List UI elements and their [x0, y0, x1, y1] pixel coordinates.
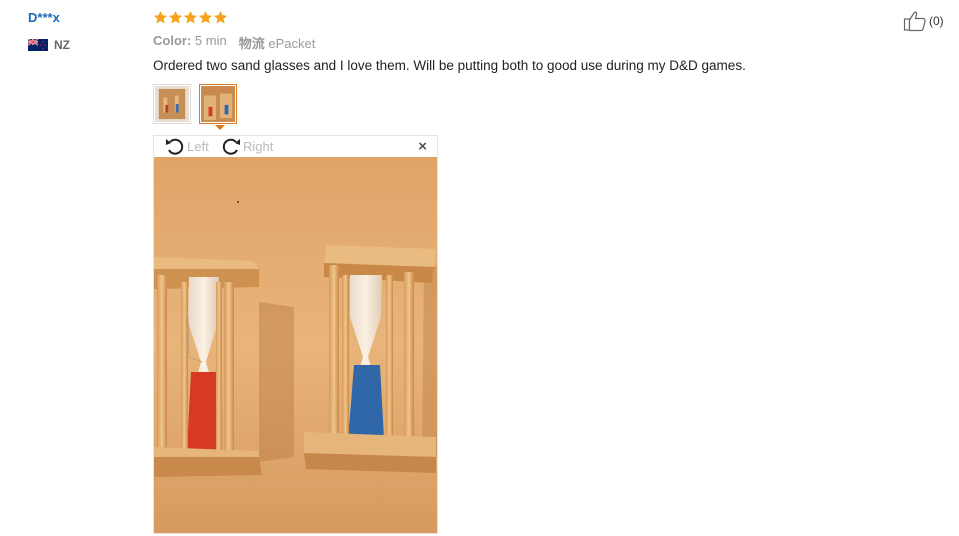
country-code: NZ [54, 38, 70, 52]
shipping-info: 物流 ePacket [239, 33, 316, 52]
rotate-right-label: Right [243, 138, 274, 154]
rotate-right-icon [222, 138, 240, 155]
reviewer-country: NZ [28, 38, 70, 52]
color-label: Color: [153, 33, 192, 48]
order-info: Color: 5 min 物流 ePacket [153, 33, 315, 52]
star-icon [153, 10, 168, 24]
reviewer-name[interactable]: D***x [28, 10, 60, 25]
star-icon [168, 10, 183, 24]
image-viewer: Left Right × [153, 135, 438, 534]
star-icon [183, 10, 198, 24]
review-thumbnails [153, 84, 237, 124]
close-viewer-button[interactable]: × [418, 139, 427, 154]
star-icon [213, 10, 228, 24]
star-rating [153, 10, 228, 25]
thumbnail-image [155, 86, 189, 122]
color-info: Color: 5 min [153, 33, 227, 52]
color-value: 5 min [194, 33, 227, 48]
thumbs-up-icon [903, 11, 926, 32]
review-text: Ordered two sand glasses and I love them… [153, 58, 746, 73]
review-thumbnail-2[interactable] [199, 84, 237, 124]
rotate-left-label: Left [187, 138, 209, 154]
shipping-label: 物流 [238, 36, 265, 51]
review-thumbnail-1[interactable] [153, 84, 191, 124]
star-icon [198, 10, 213, 24]
helpful-vote[interactable]: (0) [903, 10, 944, 32]
new-zealand-flag-icon [28, 39, 48, 51]
thumbnail-image [201, 86, 235, 122]
rotate-right-button[interactable]: Right [220, 136, 273, 156]
image-viewer-toolbar: Left Right × [154, 136, 437, 157]
rotate-left-button[interactable]: Left [164, 136, 209, 156]
like-count: (0) [929, 14, 944, 28]
review-photo [154, 157, 437, 533]
active-thumbnail-pointer [215, 125, 225, 130]
shipping-value: ePacket [268, 36, 316, 51]
rotate-left-icon [166, 138, 184, 155]
